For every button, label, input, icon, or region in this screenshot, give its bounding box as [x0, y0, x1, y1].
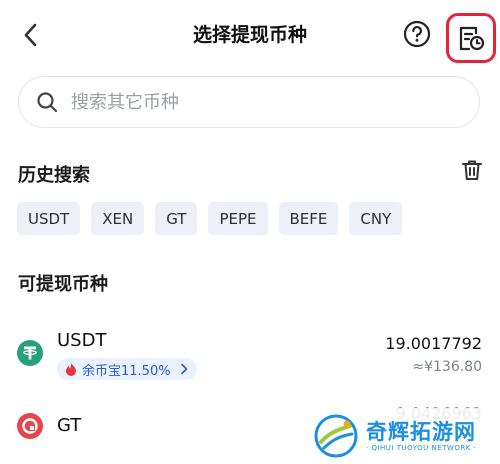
history-chip-list: USDT XEN GT PEPE BEFE CNY	[17, 202, 403, 235]
coin-fiat-value: ≈¥136.80	[412, 359, 482, 375]
coin-symbol: USDT	[57, 330, 107, 351]
question-icon	[403, 20, 431, 48]
tether-icon	[17, 340, 43, 366]
flame-icon	[66, 362, 76, 376]
trash-icon	[462, 160, 482, 180]
clear-history-button[interactable]	[460, 158, 484, 182]
site-watermark: 奇辉拓游网 · QIHUI TUOYOU NETWORK ·	[308, 408, 498, 464]
header-bar: 选择提现币种	[0, 0, 500, 68]
search-icon	[37, 92, 58, 113]
history-title: 历史搜索	[18, 165, 90, 186]
watermark-subtitle: · QIHUI TUOYOU NETWORK ·	[366, 444, 477, 452]
history-chip[interactable]: BEFE	[278, 202, 339, 235]
history-chip[interactable]: CNY	[349, 202, 403, 235]
history-chip[interactable]: PEPE	[208, 202, 268, 235]
search-input[interactable]	[69, 90, 453, 114]
coin-row-usdt[interactable]: USDT 余币宝11.50% 19.0017792 ≈¥136.80	[0, 318, 500, 386]
history-chip[interactable]: GT	[155, 202, 198, 235]
chevron-right-icon	[180, 363, 187, 375]
record-history-icon	[459, 26, 485, 51]
history-chip[interactable]: USDT	[17, 202, 81, 235]
gatetoken-icon	[17, 413, 43, 439]
help-button[interactable]	[403, 20, 431, 48]
watermark-logo-icon	[314, 414, 358, 458]
yield-label: 余币宝11.50%	[82, 363, 171, 379]
coin-balance: 19.0017792	[385, 334, 482, 353]
withdrawal-history-button[interactable]	[446, 13, 496, 63]
yield-badge[interactable]: 余币宝11.50%	[57, 358, 197, 380]
coin-symbol: GT	[57, 415, 82, 436]
watermark-title: 奇辉拓游网	[366, 420, 476, 444]
available-title: 可提现币种	[18, 274, 108, 295]
history-chip[interactable]: XEN	[91, 202, 145, 235]
search-box[interactable]	[18, 76, 480, 128]
